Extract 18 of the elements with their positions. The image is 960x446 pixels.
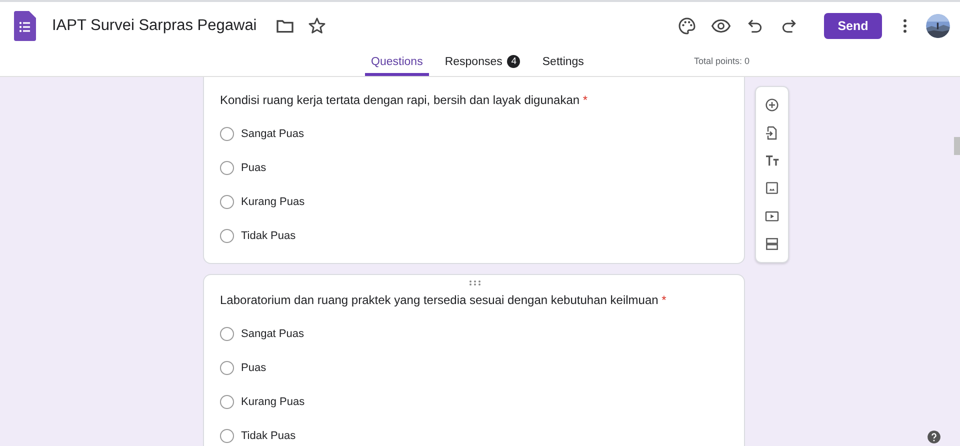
option-label: Kurang Puas: [241, 196, 305, 208]
tab[interactable]: Settings: [536, 50, 590, 76]
option-label: Puas: [241, 162, 266, 174]
tab[interactable]: Responses 4: [438, 50, 526, 76]
option-label: Puas: [241, 362, 266, 374]
question-text: Kondisi ruang kerja tertata dengan rapi, bersih dan layak digunakan: [220, 93, 580, 107]
question-text: Laboratorium dan ruang praktek yang tersedia sesuai dengan kebutuhan keilmuan: [220, 293, 658, 307]
form-title[interactable]: IAPT Survei Sarpras Pegawai: [52, 17, 257, 35]
response-count: 4: [507, 55, 520, 68]
option-label: Sangat Puas: [241, 328, 304, 340]
option-label: Kurang Puas: [241, 396, 305, 408]
send-button[interactable]: Send: [824, 13, 882, 39]
option-label: Tidak Puas: [241, 430, 296, 442]
total-points: Total points: 0: [694, 56, 750, 66]
option-label: Sangat Puas: [241, 128, 304, 140]
option-label: Tidak Puas: [241, 230, 296, 242]
required-mark: *: [582, 93, 588, 107]
required-mark: *: [662, 293, 666, 307]
